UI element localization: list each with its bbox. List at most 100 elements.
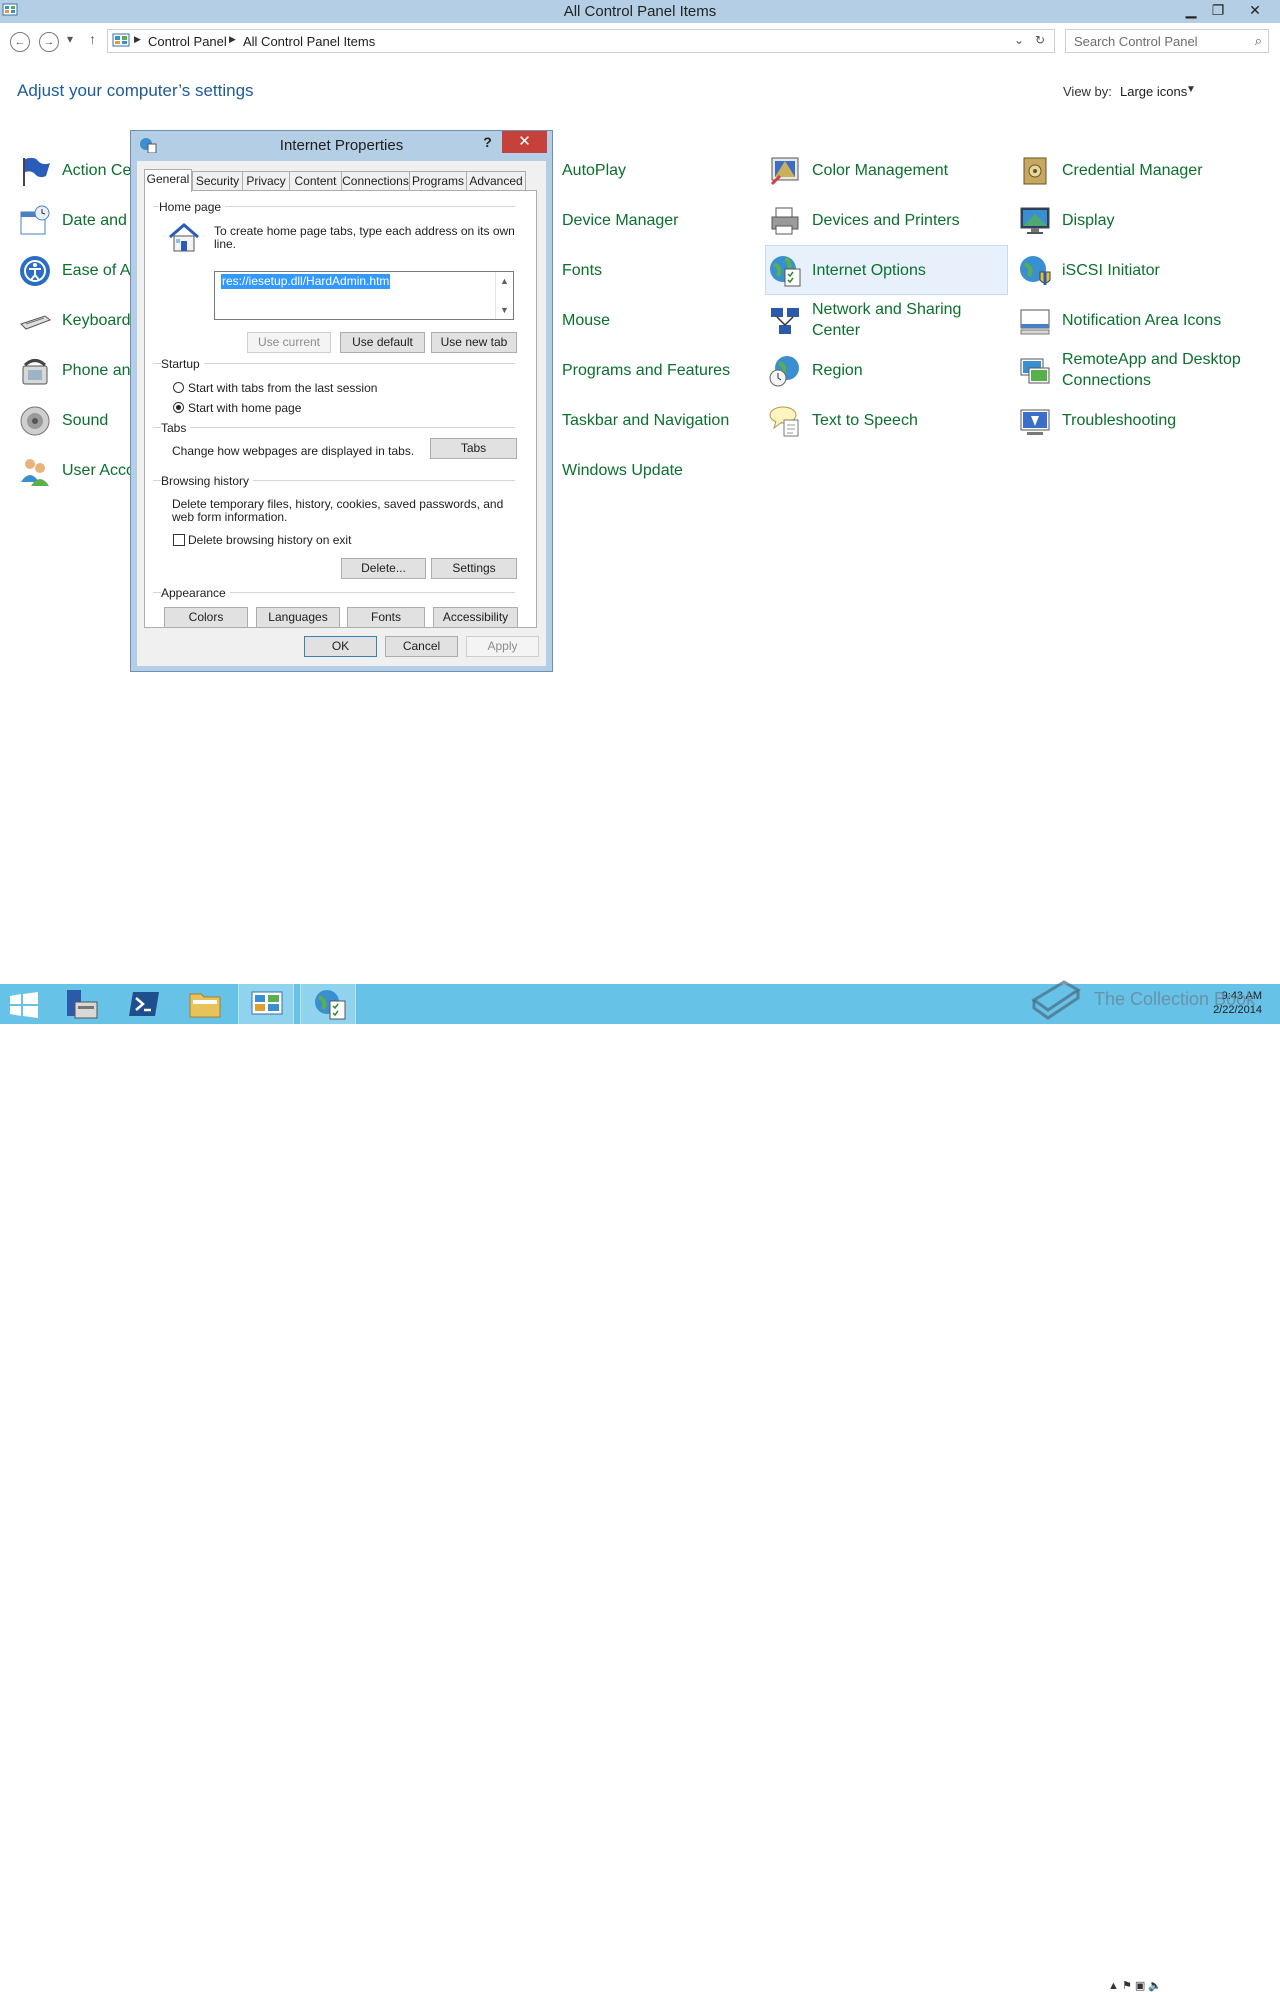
forward-button[interactable]: → <box>39 32 59 52</box>
cp-item-internet-options[interactable]: Internet Options <box>765 245 1008 295</box>
cp-item-remoteapp[interactable]: RemoteApp and Desktop Connections <box>1016 346 1256 394</box>
breadcrumb-all-items[interactable]: All Control Panel Items <box>243 34 375 49</box>
speech-bubble-icon <box>769 406 799 437</box>
start-button[interactable] <box>9 992 39 1018</box>
back-button[interactable]: ← <box>10 32 30 52</box>
cp-item-credential-manager[interactable]: Credential Manager <box>1016 146 1256 194</box>
refresh-icon[interactable]: ↻ <box>1035 33 1045 47</box>
startup-last-session-radio[interactable] <box>173 382 184 393</box>
cancel-button[interactable]: Cancel <box>385 636 458 657</box>
cp-item-color-management[interactable]: Color Management <box>766 146 1006 194</box>
tab-privacy[interactable]: Privacy <box>242 171 290 191</box>
startup-home-page-radio[interactable] <box>173 402 184 413</box>
tab-security[interactable]: Security <box>192 171 243 191</box>
breadcrumb-control-panel[interactable]: Control Panel <box>148 34 227 49</box>
restore-button[interactable]: ❐ <box>1204 0 1232 20</box>
accessibility-button[interactable]: Accessibility <box>433 607 518 628</box>
book-watermark-icon <box>1031 980 1081 1020</box>
color-management-icon <box>770 157 799 186</box>
phone-icon <box>22 359 48 385</box>
startup-last-session-label[interactable]: Start with tabs from the last session <box>188 382 377 395</box>
search-placeholder: Search Control Panel <box>1074 34 1198 49</box>
cp-item-iscsi-initiator[interactable]: iSCSI Initiator <box>1016 246 1256 294</box>
use-default-button[interactable]: Use default <box>340 332 425 353</box>
region-clock-icon <box>769 356 799 387</box>
globe-checklist-icon <box>770 256 801 287</box>
delete-on-exit-checkbox[interactable] <box>173 534 185 546</box>
tab-programs[interactable]: Programs <box>409 171 467 191</box>
url-scrollbar[interactable]: ▲ ▼ <box>495 272 513 319</box>
keyboard-icon <box>20 315 51 330</box>
home-page-url-field[interactable]: res://iesetup.dll/HardAdmin.htm ▲ ▼ <box>214 271 514 320</box>
tabs-settings-button[interactable]: Tabs <box>430 438 517 459</box>
monitor-icon <box>1020 207 1050 234</box>
browsing-history-description: Delete temporary files, history, cookies… <box>172 497 504 524</box>
troubleshooting-icon <box>1020 409 1050 435</box>
view-by-label: View by: <box>1063 84 1112 99</box>
chevron-right-icon: ▶ <box>134 34 141 44</box>
scroll-down-icon[interactable]: ▼ <box>500 305 509 315</box>
internet-properties-taskbar-button[interactable] <box>300 984 356 1024</box>
delete-history-button[interactable]: Delete... <box>341 558 426 579</box>
address-bar[interactable]: ▶ Control Panel ▶ All Control Panel Item… <box>107 29 1055 53</box>
home-page-description: To create home page tabs, type each addr… <box>214 224 515 251</box>
folder-icon <box>189 993 221 1018</box>
up-button[interactable]: ↑ <box>89 31 96 47</box>
history-settings-button[interactable]: Settings <box>431 558 517 579</box>
globe-checklist-icon <box>315 990 346 1020</box>
dialog-close-button[interactable]: ✕ <box>502 131 547 153</box>
general-tab-panel: Home page To create home page tabs, type… <box>144 190 537 628</box>
cp-item-notification-area[interactable]: Notification Area Icons <box>1016 296 1256 344</box>
startup-home-page-label[interactable]: Start with home page <box>188 402 301 415</box>
help-button[interactable]: ? <box>474 131 501 153</box>
cp-item-text-to-speech[interactable]: Text to Speech <box>766 396 1006 444</box>
tab-content[interactable]: Content <box>289 171 342 191</box>
vault-icon <box>1023 157 1047 185</box>
address-dropdown-icon[interactable]: ⌄ <box>1014 33 1024 47</box>
fonts-button[interactable]: Fonts <box>347 607 425 628</box>
control-panel-taskbar-button[interactable] <box>238 984 294 1024</box>
navigation-bar: ← → ▾ ↑ ▶ Control Panel ▶ All Control Pa… <box>0 28 1280 54</box>
file-explorer-taskbar-button[interactable] <box>177 984 233 1024</box>
house-icon <box>169 223 199 252</box>
view-by-caret-icon[interactable]: ▼ <box>1186 84 1196 95</box>
powershell-icon <box>129 992 159 1016</box>
tab-general[interactable]: General <box>144 169 192 192</box>
page-title: Adjust your computer’s settings <box>17 81 254 100</box>
recent-locations-button[interactable]: ▾ <box>67 32 73 46</box>
cp-item-devices-printers[interactable]: Devices and Printers <box>766 196 1006 244</box>
window-titlebar: All Control Panel Items ▁ ❐ ✕ <box>0 0 1280 23</box>
home-page-url-value[interactable]: res://iesetup.dll/HardAdmin.htm <box>221 274 391 289</box>
tabs-description: Change how webpages are displayed in tab… <box>172 444 415 458</box>
tab-connections[interactable]: Connections <box>341 171 410 191</box>
internet-properties-dialog: Internet Properties ? ✕ General Security… <box>130 130 553 672</box>
startup-group-label: Startup <box>161 357 204 371</box>
cp-item-region[interactable]: Region <box>766 346 1006 394</box>
system-tray-icons[interactable]: ▲ ⚑ ▣ 🔈 <box>1108 1979 1162 1992</box>
search-icon[interactable]: ⌕ <box>1255 33 1262 49</box>
search-input[interactable]: Search Control Panel ⌕ <box>1065 29 1269 53</box>
tabs-group-label: Tabs <box>161 421 191 435</box>
apply-button[interactable]: Apply <box>466 636 539 657</box>
tab-advanced[interactable]: Advanced <box>466 171 526 191</box>
scroll-up-icon[interactable]: ▲ <box>500 276 509 286</box>
use-new-tab-button[interactable]: Use new tab <box>431 332 517 353</box>
cp-item-troubleshooting[interactable]: Troubleshooting <box>1016 396 1256 444</box>
use-current-button[interactable]: Use current <box>247 332 331 353</box>
delete-on-exit-label[interactable]: Delete browsing history on exit <box>188 534 351 547</box>
notification-tray-icon <box>1020 309 1050 335</box>
ok-button[interactable]: OK <box>304 636 377 657</box>
browsing-history-group-label: Browsing history <box>161 474 254 488</box>
minimize-button[interactable]: ▁ <box>1177 0 1205 20</box>
languages-button[interactable]: Languages <box>256 607 340 628</box>
close-button[interactable]: ✕ <box>1231 0 1279 20</box>
calendar-clock-icon <box>20 205 50 235</box>
view-by-dropdown[interactable]: Large icons <box>1120 84 1187 99</box>
colors-button[interactable]: Colors <box>164 607 248 628</box>
powershell-taskbar-button[interactable] <box>116 984 172 1024</box>
cp-item-network-sharing[interactable]: Network and Sharing Center <box>766 296 1006 344</box>
server-manager-icon <box>67 990 98 1019</box>
printer-icon <box>771 207 799 235</box>
server-manager-taskbar-button[interactable] <box>54 984 110 1024</box>
cp-item-display[interactable]: Display <box>1016 196 1256 244</box>
